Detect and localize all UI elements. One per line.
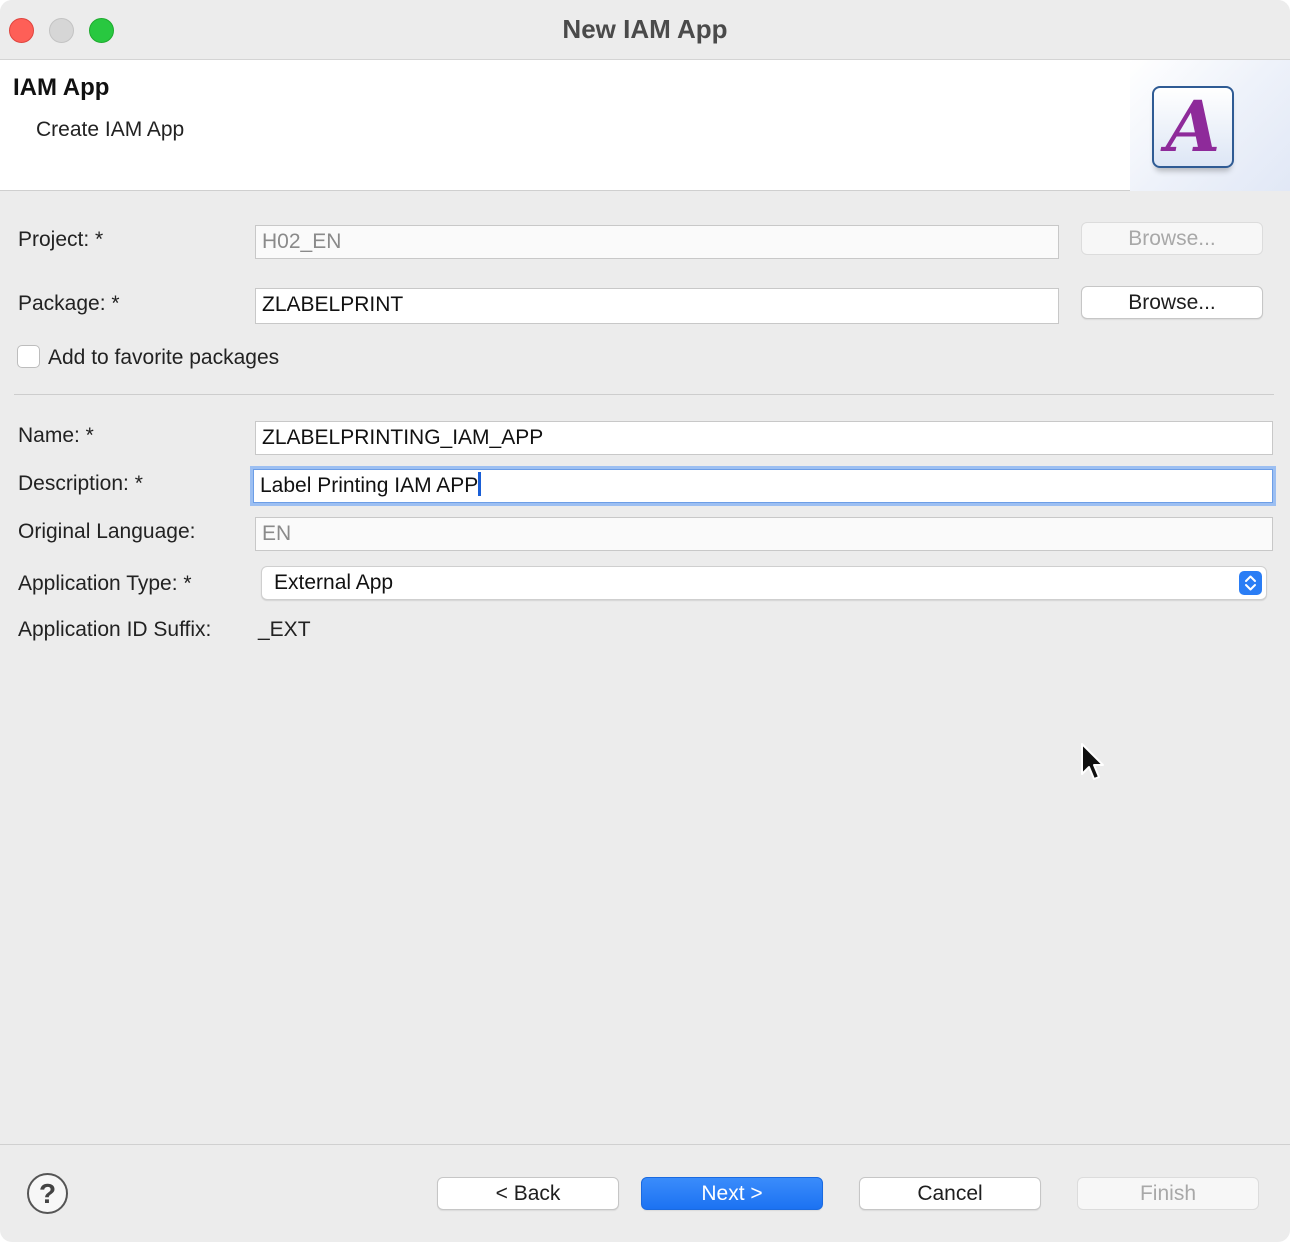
description-field[interactable]: Label Printing IAM APP xyxy=(253,469,1273,503)
help-icon[interactable]: ? xyxy=(27,1173,68,1214)
project-label: Project: * xyxy=(18,228,104,251)
application-type-label: Application Type: * xyxy=(18,572,192,595)
application-id-suffix-label: Application ID Suffix: xyxy=(18,618,212,641)
package-browse-button[interactable]: Browse... xyxy=(1081,286,1263,319)
next-button[interactable]: Next > xyxy=(641,1177,823,1210)
application-type-select[interactable]: External App xyxy=(261,566,1267,600)
window-title: New IAM App xyxy=(562,14,728,44)
original-language-field: EN xyxy=(255,517,1273,551)
title-bar: New IAM App xyxy=(0,0,1290,60)
description-label: Description: * xyxy=(18,472,143,495)
package-label: Package: * xyxy=(18,292,120,315)
favorite-packages-checkbox[interactable] xyxy=(17,345,40,368)
logo-letter: A xyxy=(1165,85,1221,168)
project-field: H02_EN xyxy=(255,225,1059,259)
project-browse-button: Browse... xyxy=(1081,222,1263,255)
select-arrows-icon[interactable] xyxy=(1239,571,1262,595)
form-separator xyxy=(14,394,1274,395)
cancel-button[interactable]: Cancel xyxy=(859,1177,1041,1210)
wizard-page-title: IAM App xyxy=(13,74,110,101)
footer-separator xyxy=(0,1144,1290,1145)
original-language-label: Original Language: xyxy=(18,520,196,543)
favorite-packages-label[interactable]: Add to favorite packages xyxy=(48,346,279,370)
back-button[interactable]: < Back xyxy=(437,1177,619,1210)
wizard-header: IAM App Create IAM App A xyxy=(0,60,1290,191)
package-field[interactable]: ZLABELPRINT xyxy=(255,288,1059,324)
description-value: Label Printing IAM APP xyxy=(260,474,479,497)
application-id-suffix-value: _EXT xyxy=(258,618,311,641)
wizard-page-description: Create IAM App xyxy=(36,118,185,141)
new-iam-app-dialog: New IAM App IAM App Create IAM App A Pro… xyxy=(0,0,1290,1242)
name-field[interactable]: ZLABELPRINTING_IAM_APP xyxy=(255,421,1273,455)
mouse-pointer-icon xyxy=(1081,743,1104,780)
finish-button: Finish xyxy=(1077,1177,1259,1210)
text-caret xyxy=(478,472,482,497)
abap-app-logo-icon: A xyxy=(1152,86,1234,168)
application-type-value: External App xyxy=(274,571,394,594)
name-label: Name: * xyxy=(18,424,94,447)
